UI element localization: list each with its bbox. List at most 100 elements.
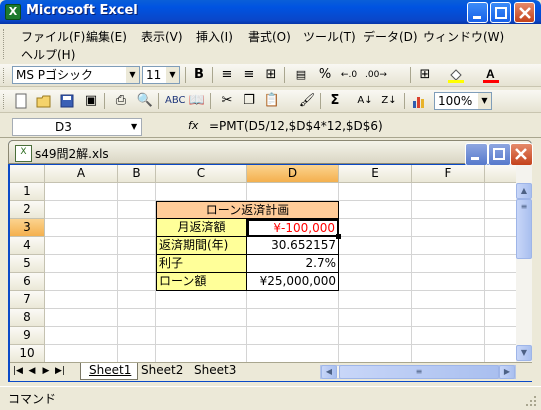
menu-view[interactable]: 表示(V) bbox=[141, 28, 183, 45]
percent-button[interactable]: % bbox=[316, 66, 334, 84]
column-header-b[interactable]: B bbox=[118, 165, 156, 183]
cut-icon[interactable]: ✂ bbox=[218, 92, 236, 110]
value-repayment-period[interactable]: 30.652157 bbox=[247, 237, 339, 255]
chevron-down-icon[interactable]: ▼ bbox=[478, 93, 491, 109]
menu-grip[interactable] bbox=[3, 29, 7, 59]
worksheet-grid[interactable]: A B C D E F 1 2 3 4 5 6 7 8 9 10 ローン返済計画… bbox=[10, 165, 516, 370]
fill-color-icon[interactable] bbox=[447, 66, 465, 84]
excel-app-icon[interactable]: X bbox=[5, 4, 21, 20]
sheet-tab-2[interactable]: Sheet2 bbox=[137, 363, 187, 379]
value-monthly-payment[interactable]: ¥-100,000 bbox=[247, 219, 339, 237]
row-header-10[interactable]: 10 bbox=[10, 345, 45, 363]
chevron-down-icon[interactable]: ▼ bbox=[126, 67, 139, 83]
menu-file[interactable]: ファイル(F) bbox=[21, 28, 85, 45]
column-header-next[interactable] bbox=[485, 165, 516, 183]
column-header-c[interactable]: C bbox=[156, 165, 247, 183]
horizontal-scroll-thumb[interactable]: ≡ bbox=[339, 365, 499, 379]
research-icon[interactable]: 📖 bbox=[188, 92, 206, 110]
row-header-8[interactable]: 8 bbox=[10, 309, 45, 327]
print-icon[interactable]: ⎙ bbox=[112, 92, 130, 110]
label-monthly-payment[interactable]: 月返済額 bbox=[156, 219, 247, 237]
close-button[interactable] bbox=[514, 2, 535, 23]
open-folder-icon[interactable] bbox=[35, 92, 53, 110]
merge-center-icon[interactable]: ⊞ bbox=[262, 66, 280, 84]
workbook-minimize-button[interactable] bbox=[465, 143, 488, 166]
loan-plan-title-cell[interactable]: ローン返済計画 bbox=[156, 201, 339, 219]
horizontal-scrollbar[interactable]: ◀ ≡ ▶ bbox=[320, 365, 516, 379]
value-loan-amount[interactable]: ¥25,000,000 bbox=[247, 273, 339, 291]
scroll-up-icon[interactable]: ▲ bbox=[516, 183, 532, 199]
increase-decimal-icon[interactable]: ←.0 bbox=[340, 66, 358, 84]
menu-window[interactable]: ウィンドウ(W) bbox=[423, 28, 504, 45]
sort-ascending-icon[interactable]: A↓ bbox=[356, 92, 374, 110]
menu-help[interactable]: ヘルプ(H) bbox=[21, 46, 75, 63]
toolbar-grip[interactable] bbox=[3, 94, 7, 109]
chevron-down-icon[interactable]: ▼ bbox=[166, 67, 179, 83]
currency-icon[interactable]: ▤ bbox=[292, 66, 310, 84]
formula-input[interactable]: =PMT(D5/12,$D$4*12,$D$6) bbox=[209, 119, 383, 133]
label-interest[interactable]: 利子 bbox=[156, 255, 247, 273]
zoom-combo[interactable]: 100% ▼ bbox=[434, 92, 492, 110]
value-interest[interactable]: 2.7% bbox=[247, 255, 339, 273]
borders-icon[interactable]: ⊞ bbox=[416, 66, 434, 84]
workbook-close-button[interactable] bbox=[510, 143, 533, 166]
menu-format[interactable]: 書式(O) bbox=[248, 28, 291, 45]
fill-handle[interactable] bbox=[336, 234, 341, 239]
bold-button[interactable]: B bbox=[190, 66, 208, 84]
menu-edit[interactable]: 編集(E) bbox=[86, 28, 127, 45]
row-header-1[interactable]: 1 bbox=[10, 183, 45, 201]
menu-data[interactable]: データ(D) bbox=[363, 28, 418, 45]
resize-grip-icon[interactable] bbox=[525, 395, 537, 407]
row-header-9[interactable]: 9 bbox=[10, 327, 45, 345]
column-header-d[interactable]: D bbox=[247, 165, 339, 183]
row-header-5[interactable]: 5 bbox=[10, 255, 45, 273]
insert-function-icon[interactable]: fx bbox=[188, 119, 198, 132]
scroll-down-icon[interactable]: ▼ bbox=[516, 345, 532, 361]
print-preview-icon[interactable]: 🔍 bbox=[136, 92, 154, 110]
scroll-left-icon[interactable]: ◀ bbox=[321, 365, 337, 379]
row-header-6[interactable]: 6 bbox=[10, 273, 45, 291]
chart-wizard-icon[interactable] bbox=[410, 92, 428, 110]
chevron-down-icon[interactable]: ▼ bbox=[131, 119, 137, 135]
decrease-decimal-icon[interactable]: .00→ bbox=[365, 66, 387, 84]
scroll-right-icon[interactable]: ▶ bbox=[499, 365, 515, 379]
workbook-icon[interactable]: X bbox=[15, 145, 32, 162]
row-header-2[interactable]: 2 bbox=[10, 201, 45, 219]
sort-descending-icon[interactable]: Z↓ bbox=[380, 92, 398, 110]
font-color-icon[interactable]: A bbox=[482, 66, 500, 84]
next-sheet-icon[interactable]: ▶ bbox=[40, 364, 52, 378]
autosum-icon[interactable]: Σ bbox=[326, 92, 344, 110]
paste-icon[interactable]: 📋 bbox=[263, 92, 281, 110]
first-sheet-icon[interactable]: |◀ bbox=[12, 364, 24, 378]
align-center-icon[interactable]: ≡ bbox=[240, 66, 258, 84]
row-header-4[interactable]: 4 bbox=[10, 237, 45, 255]
label-repayment-period[interactable]: 返済期間(年) bbox=[156, 237, 247, 255]
scroll-thumb[interactable]: ≡ bbox=[516, 199, 532, 259]
name-box[interactable]: D3 ▼ bbox=[12, 118, 142, 136]
column-header-a[interactable]: A bbox=[45, 165, 118, 183]
minimize-button[interactable] bbox=[467, 2, 488, 23]
label-loan-amount[interactable]: ローン額 bbox=[156, 273, 247, 291]
vertical-scrollbar[interactable]: ▲ ≡ ▼ bbox=[516, 165, 532, 370]
sheet-tab-1[interactable]: Sheet1 bbox=[80, 363, 139, 380]
format-painter-icon[interactable]: 🖌 bbox=[298, 92, 316, 110]
copy-icon[interactable]: ❐ bbox=[240, 92, 258, 110]
last-sheet-icon[interactable]: ▶| bbox=[54, 364, 66, 378]
align-left-icon[interactable]: ≡ bbox=[218, 66, 236, 84]
sheet-tab-3[interactable]: Sheet3 bbox=[190, 363, 240, 379]
row-header-7[interactable]: 7 bbox=[10, 291, 45, 309]
font-name-combo[interactable]: MS Pゴシック ▼ bbox=[12, 66, 140, 84]
maximize-button[interactable] bbox=[490, 2, 511, 23]
prev-sheet-icon[interactable]: ◀ bbox=[26, 364, 38, 378]
permission-icon[interactable]: ▣ bbox=[82, 92, 100, 110]
column-header-f[interactable]: F bbox=[412, 165, 485, 183]
toolbar-grip[interactable] bbox=[3, 68, 7, 83]
menu-insert[interactable]: 挿入(I) bbox=[196, 28, 233, 45]
save-icon[interactable] bbox=[58, 92, 76, 110]
row-header-3[interactable]: 3 bbox=[10, 219, 45, 237]
spelling-icon[interactable]: ABC bbox=[165, 92, 186, 110]
font-size-combo[interactable]: 11 ▼ bbox=[142, 66, 180, 84]
workbook-maximize-button[interactable] bbox=[488, 143, 511, 166]
menu-tools[interactable]: ツール(T) bbox=[303, 28, 356, 45]
select-all-corner[interactable] bbox=[10, 165, 45, 183]
